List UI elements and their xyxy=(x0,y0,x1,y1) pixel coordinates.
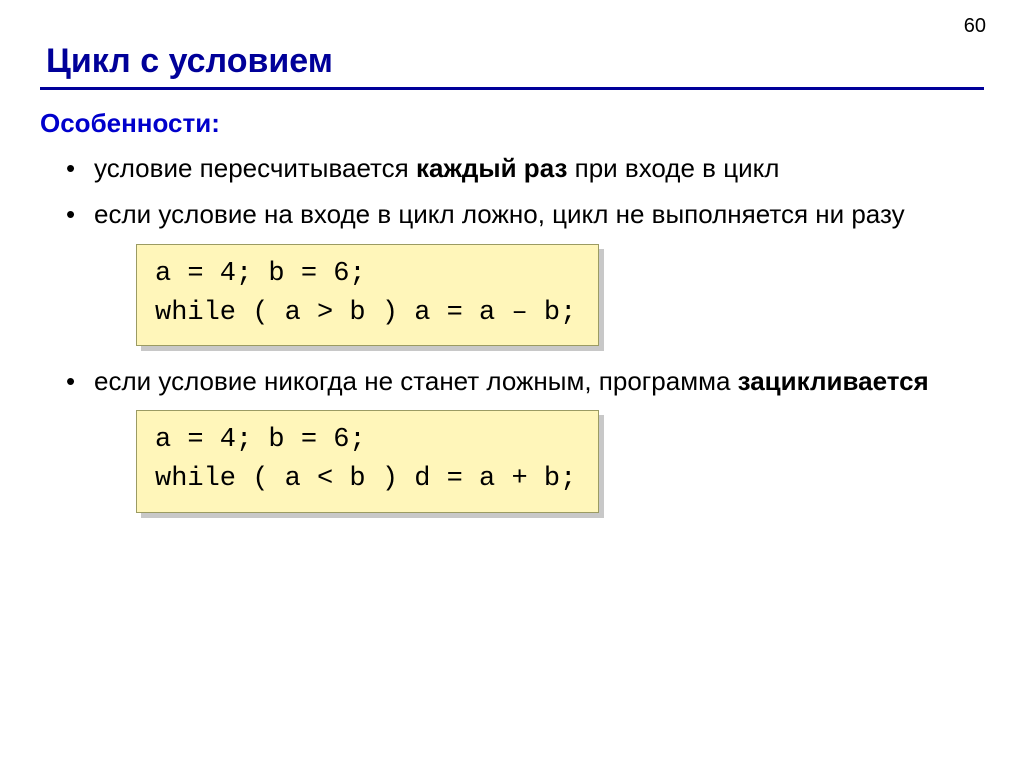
bullet-item: если условие на входе в цикл ложно, цикл… xyxy=(66,197,984,231)
bullet-list: условие пересчитывается каждый раз при в… xyxy=(66,151,984,232)
bullet-strong: зацикливается xyxy=(738,366,929,396)
bullet-text: условие пересчитывается xyxy=(94,153,416,183)
code-block-wrap: a = 4; b = 6; while ( a > b ) a = a – b; xyxy=(136,244,984,346)
code-block-2: a = 4; b = 6; while ( a < b ) d = a + b; xyxy=(136,410,599,512)
bullet-text: если условие никогда не станет ложным, п… xyxy=(94,366,738,396)
bullet-strong: каждый раз xyxy=(416,153,567,183)
bullet-list: если условие никогда не станет ложным, п… xyxy=(66,364,984,398)
slide-title: Цикл с условием xyxy=(46,42,984,81)
bullet-text: если условие на входе в цикл ложно, цикл… xyxy=(94,199,905,229)
bullet-item: если условие никогда не станет ложным, п… xyxy=(66,364,984,398)
bullet-text: при входе в цикл xyxy=(567,153,779,183)
page-number: 60 xyxy=(964,15,986,38)
slide: 60 Цикл с условием Особенности: условие … xyxy=(0,0,1024,767)
code-block-1: a = 4; b = 6; while ( a > b ) a = a – b; xyxy=(136,244,599,346)
bullet-item: условие пересчитывается каждый раз при в… xyxy=(66,151,984,185)
title-rule xyxy=(40,87,984,90)
code-block-wrap: a = 4; b = 6; while ( a < b ) d = a + b; xyxy=(136,410,984,512)
section-heading: Особенности: xyxy=(40,108,984,139)
